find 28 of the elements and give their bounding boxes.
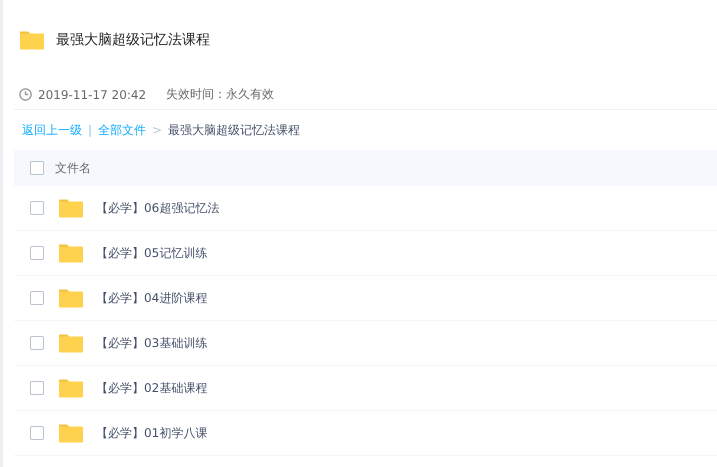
folder-name[interactable]: 【必学】03基础训练 bbox=[96, 334, 208, 352]
folder-name[interactable]: 【必学】02基础课程 bbox=[96, 380, 208, 396]
expiry-text: 失效时间：永久有效 bbox=[166, 86, 274, 103]
row-checkbox[interactable] bbox=[30, 201, 44, 215]
row-checkbox[interactable] bbox=[30, 426, 44, 440]
folder-name[interactable]: 【必学】04进阶课程 bbox=[96, 290, 208, 306]
folder-icon bbox=[58, 242, 84, 264]
folder-icon bbox=[58, 198, 84, 218]
row-checkbox[interactable] bbox=[30, 381, 44, 395]
breadcrumb-divider: | bbox=[88, 123, 92, 137]
folder-title: 最强大脑超级记忆法课程 bbox=[56, 31, 210, 49]
folder-name[interactable]: 【必学】01初学八课 bbox=[96, 424, 208, 442]
row-checkbox[interactable] bbox=[30, 246, 44, 260]
folder-icon bbox=[58, 288, 84, 308]
row-checkbox[interactable] bbox=[30, 291, 44, 305]
folder-icon bbox=[58, 422, 84, 444]
share-date: 2019-11-17 20:42 bbox=[38, 88, 146, 102]
folder-icon bbox=[58, 332, 84, 354]
select-all-checkbox[interactable] bbox=[30, 161, 44, 175]
row-checkbox[interactable] bbox=[30, 336, 44, 350]
folder-icon bbox=[58, 378, 84, 398]
folder-icon bbox=[19, 30, 45, 50]
breadcrumb-arrow: > bbox=[152, 123, 162, 137]
clock-icon bbox=[19, 88, 32, 101]
breadcrumb-current: 最强大脑超级记忆法课程 bbox=[168, 122, 300, 138]
column-header: 文件名 bbox=[55, 160, 91, 176]
folder-name[interactable]: 【必学】05记忆训练 bbox=[96, 244, 208, 262]
folder-name[interactable]: 【必学】06超强记忆法 bbox=[96, 200, 220, 216]
